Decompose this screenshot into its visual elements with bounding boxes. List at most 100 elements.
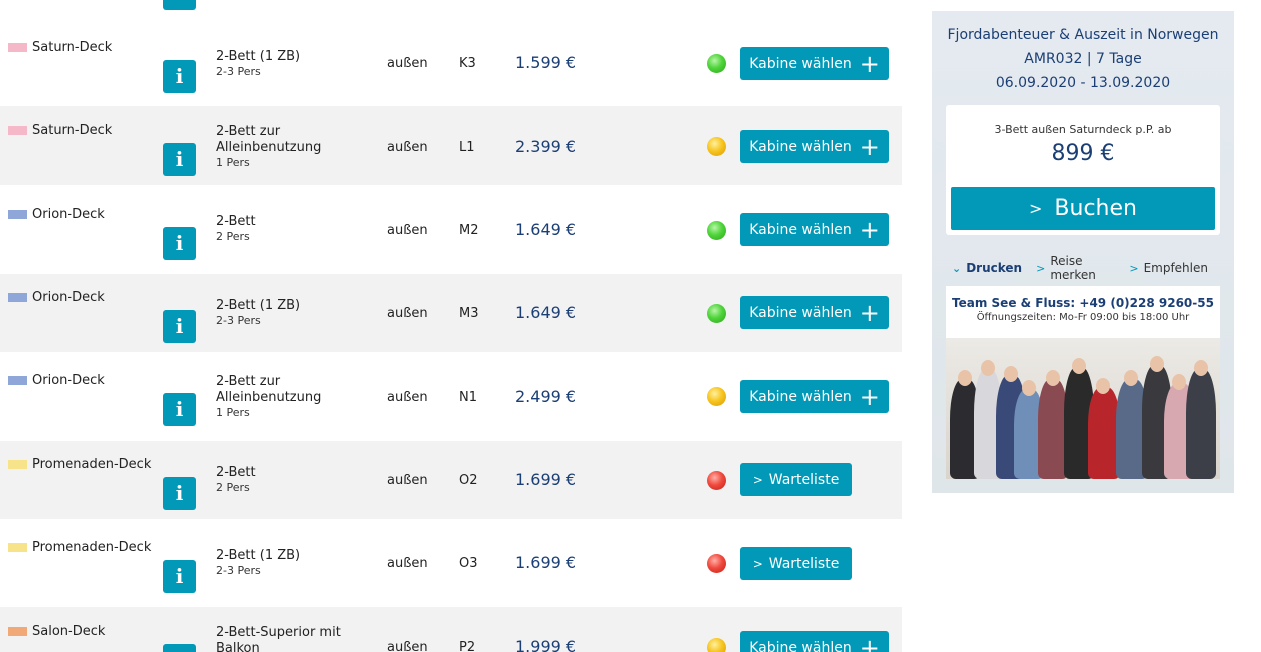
deck-color-swatch [8, 43, 27, 52]
deck-name: Promenaden-Deck [8, 457, 151, 472]
contact-box: Team See & Fluss: +49 (0)228 9260-55 Öff… [946, 286, 1220, 338]
cabin-price: 1.999 € [515, 637, 577, 652]
recommend-link[interactable]: > Empfehlen [1129, 254, 1208, 282]
cabin-category: M2 [459, 223, 479, 238]
phone-number[interactable]: +49 (0)228 9260-55 [1079, 296, 1214, 310]
deck-name: Orion-Deck [8, 373, 105, 388]
availability-indicator [707, 554, 726, 573]
team-member-head [1150, 356, 1164, 372]
cabin-price: 1.599 € [515, 53, 577, 72]
cabin-category: P2 [459, 640, 476, 652]
plus-icon: + [859, 49, 880, 78]
cabin-price: 1.649 € [515, 220, 577, 239]
info-button[interactable]: i [163, 644, 196, 652]
select-cabin-button[interactable]: Kabine wählen + [740, 631, 889, 652]
chevron-right-icon: > [1036, 261, 1046, 275]
cabin-location: außen [387, 306, 428, 321]
availability-indicator [707, 387, 726, 406]
table-row: Promenaden-Deck i 2-Bett 2 Pers außen O2… [0, 441, 902, 519]
team-member [1186, 369, 1216, 479]
cabin-type: 2-Bett (1 ZB) 2-3 Pers [216, 548, 301, 577]
trip-title: Fjordabenteuer & Auszeit in Norwegen AMR… [947, 27, 1219, 91]
table-row: Saturn-Deck i 2-Bett zur Alleinbenutzung… [0, 106, 902, 185]
availability-indicator [707, 638, 726, 652]
team-member-head [1124, 370, 1138, 386]
select-cabin-button[interactable]: Kabine wählen + [740, 47, 889, 80]
availability-indicator [707, 471, 726, 490]
cabin-category: L1 [459, 140, 475, 155]
deck-name: Orion-Deck [8, 207, 105, 222]
booking-sidebar: Fjordabenteuer & Auszeit in Norwegen AMR… [932, 11, 1234, 493]
select-cabin-button[interactable]: Kabine wählen + [740, 296, 889, 329]
cabin-location: außen [387, 56, 428, 71]
chevron-right-icon: > [1029, 199, 1043, 218]
cabin-location: außen [387, 390, 428, 405]
book-button[interactable]: > Buchen [951, 187, 1215, 230]
cabin-type: 2-Bett 2 Pers [216, 214, 256, 243]
deck-name: Promenaden-Deck [8, 540, 151, 555]
deck-name: Saturn-Deck [8, 123, 112, 138]
cabin-location: außen [387, 223, 428, 238]
plus-icon: + [859, 633, 880, 652]
chevron-right-icon: > [752, 472, 763, 487]
opening-hours: Öffnungszeiten: Mo-Fr 09:00 bis 18:00 Uh… [976, 312, 1190, 323]
deck-color-swatch [8, 126, 27, 135]
plus-icon: + [859, 298, 880, 327]
plus-icon: + [859, 382, 880, 411]
chevron-right-icon: > [1129, 261, 1139, 275]
waitlist-button[interactable]: > Warteliste [740, 463, 852, 496]
info-button[interactable]: i [163, 310, 196, 343]
info-button[interactable]: i [163, 0, 196, 10]
cabin-category: M3 [459, 306, 479, 321]
table-row: Saturn-Deck i 2-Bett (1 ZB) 2-3 Pers auß… [0, 19, 902, 106]
table-row: Promenaden-Deck i 2-Bett (1 ZB) 2-3 Pers… [0, 519, 902, 607]
cabin-price: 1.699 € [515, 553, 577, 572]
info-button[interactable]: i [163, 393, 196, 426]
team-contact: Team See & Fluss: +49 (0)228 9260-55 [952, 296, 1214, 310]
plus-icon: + [859, 132, 880, 161]
plus-icon: + [859, 215, 880, 244]
info-button[interactable]: i [163, 60, 196, 93]
team-member-head [1172, 374, 1186, 390]
cabin-type: 2-Bett zur Alleinbenutzung 1 Pers [216, 124, 322, 169]
cabin-price: 2.399 € [515, 137, 577, 156]
trip-actions: ⌄ Drucken > Reise merken > Empfehlen [952, 254, 1222, 282]
chevron-down-icon: ⌄ [952, 261, 962, 275]
select-cabin-button[interactable]: Kabine wählen + [740, 130, 889, 163]
availability-indicator [707, 304, 726, 323]
cabin-type: 2-Bett zur Alleinbenutzung 1 Pers [216, 374, 322, 419]
price-label: 3-Bett außen Saturndeck p.P. ab [994, 123, 1172, 136]
cabin-location: außen [387, 140, 428, 155]
waitlist-button[interactable]: > Warteliste [740, 547, 852, 580]
price-box: 3-Bett außen Saturndeck p.P. ab 899 € > … [946, 105, 1220, 235]
remember-trip-link[interactable]: > Reise merken [1036, 254, 1115, 282]
deck-name: Orion-Deck [8, 290, 105, 305]
cabin-price: 1.699 € [515, 470, 577, 489]
deck-name: Salon-Deck [8, 624, 105, 639]
team-member-head [1022, 380, 1036, 396]
info-button[interactable]: i [163, 143, 196, 176]
team-member-head [1004, 366, 1018, 382]
team-member-head [1096, 378, 1110, 394]
select-cabin-button[interactable]: Kabine wählen + [740, 380, 889, 413]
print-link[interactable]: ⌄ Drucken [952, 254, 1022, 282]
cabin-location: außen [387, 640, 428, 652]
table-row: Orion-Deck i 2-Bett 2 Pers außen M2 1.64… [0, 185, 902, 274]
info-button[interactable]: i [163, 477, 196, 510]
info-button[interactable]: i [163, 560, 196, 593]
team-member-head [1194, 360, 1208, 376]
deck-name: Saturn-Deck [8, 40, 112, 55]
cabin-category: O2 [459, 473, 478, 488]
deck-color-swatch [8, 627, 27, 636]
cabin-category: K3 [459, 56, 476, 71]
select-cabin-button[interactable]: Kabine wählen + [740, 213, 889, 246]
team-member-head [1046, 370, 1060, 386]
info-button[interactable]: i [163, 227, 196, 260]
team-member-head [958, 370, 972, 386]
deck-color-swatch [8, 376, 27, 385]
cabin-type: 2-Bett (1 ZB) 2-3 Pers [216, 49, 301, 78]
cabin-price: 1.649 € [515, 303, 577, 322]
table-row: Salon-Deck i 2-Bett-Superior mit Balkon … [0, 607, 902, 652]
deck-color-swatch [8, 543, 27, 552]
cabin-type: 2-Bett 2 Pers [216, 465, 256, 494]
